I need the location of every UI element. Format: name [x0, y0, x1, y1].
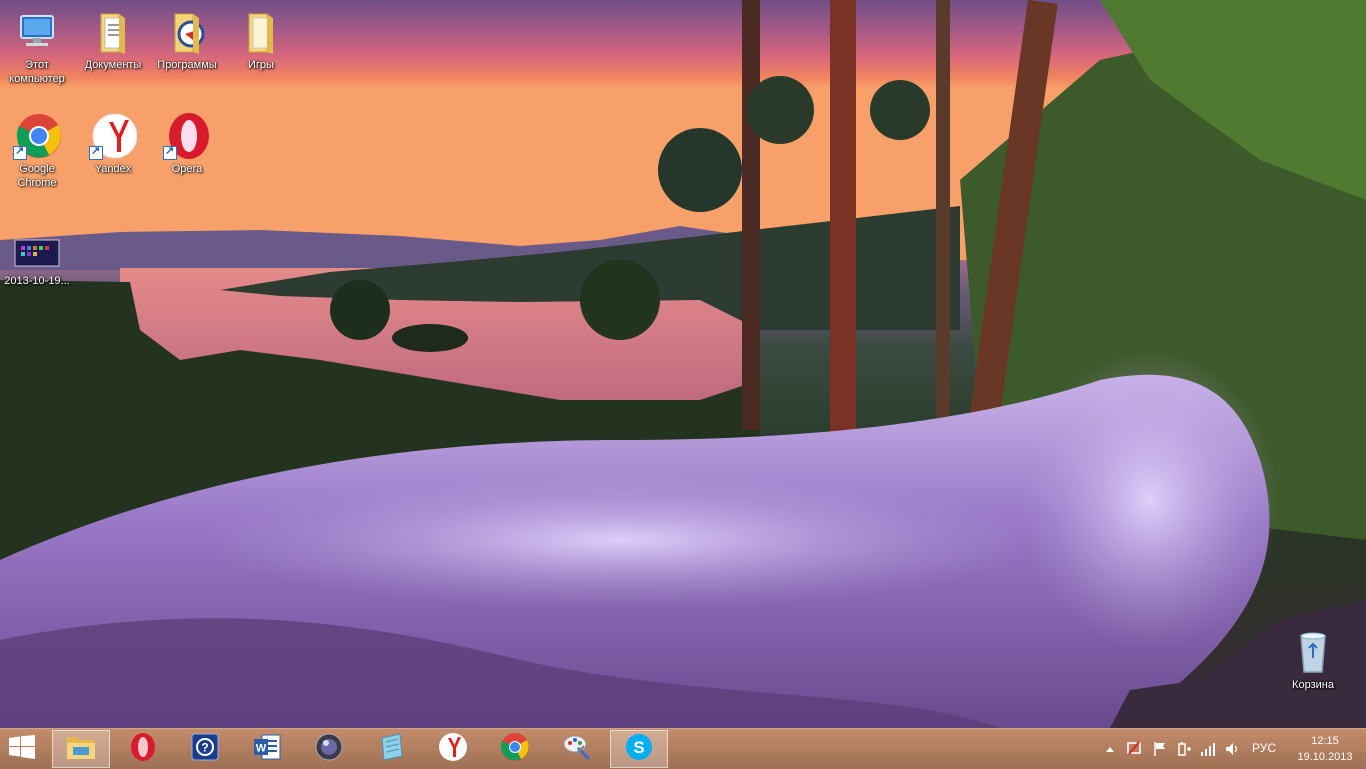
desktop-icon-recycle-bin[interactable]: Корзина [1276, 628, 1350, 692]
taskbar-button-notes[interactable] [362, 730, 420, 768]
word-icon: W [252, 732, 282, 767]
taskbar-button-media[interactable] [300, 730, 358, 768]
desktop-icon-opera[interactable]: Opera [150, 112, 224, 176]
desktop-icon-label: Документы [84, 59, 142, 71]
desktop-icon-label: Игры [248, 59, 274, 71]
paint-tool-icon [562, 732, 592, 767]
taskbar-button-chrome[interactable] [486, 730, 544, 768]
desktop-icon-programs[interactable]: Программы [150, 8, 224, 72]
yandex-browser-icon [438, 732, 468, 767]
clock[interactable]: 12:15 19.10.2013 [1290, 733, 1360, 765]
language-indicator[interactable]: РУС [1252, 741, 1276, 755]
action-center-flag-icon[interactable] [1150, 740, 1170, 758]
shortcut-arrow-icon [89, 144, 103, 160]
desktop-wallpaper [0, 0, 1366, 728]
taskbar: ? W S РУС 12:15 19.10.2013 [0, 728, 1366, 769]
recycle-bin-icon [1289, 628, 1337, 676]
svg-text:?: ? [201, 740, 208, 754]
shortcut-arrow-icon [163, 144, 177, 160]
show-hidden-icon[interactable] [1104, 740, 1116, 758]
wallpaper-scene [0, 0, 1366, 728]
opera-icon [163, 112, 211, 160]
signal-bars-icon[interactable] [1198, 740, 1218, 758]
taskbar-button-skype[interactable]: S [610, 730, 668, 768]
programs-folder-icon [163, 8, 211, 56]
notes-icon [376, 732, 406, 767]
taskbar-button-yandex[interactable] [424, 730, 482, 768]
taskbar-button-paint-tool[interactable] [548, 730, 606, 768]
svg-text:W: W [256, 742, 267, 754]
file-explorer-icon [65, 733, 97, 766]
games-folder-icon [237, 8, 285, 56]
clock-time: 12:15 [1311, 735, 1339, 747]
computer-icon [13, 8, 61, 56]
taskbar-button-file-explorer[interactable] [52, 730, 110, 768]
desktop-icon-google-chrome[interactable]: Google Chrome [0, 112, 74, 190]
chrome-icon [13, 112, 61, 160]
desktop-icon-label: Yandex [94, 163, 132, 175]
desktop-icon-label: 2013-10-19... [4, 275, 70, 287]
taskbar-button-opera[interactable] [114, 730, 172, 768]
desktop-icon-label: Корзина [1292, 679, 1334, 691]
taskbar-button-help[interactable]: ? [176, 730, 234, 768]
opera-icon [129, 732, 157, 767]
shortcut-arrow-icon [13, 144, 27, 160]
desktop-icon-screenshot-file[interactable]: 2013-10-19... [0, 232, 74, 288]
desktop-icon-documents[interactable]: Документы [76, 8, 150, 72]
taskbar-button-word[interactable]: W [238, 730, 296, 768]
desktop-icon-label: Opera [171, 163, 203, 175]
yandex-browser-icon [89, 112, 138, 160]
desktop-icon-label: Программы [157, 59, 217, 71]
help-icon: ? [191, 733, 219, 766]
network-warning-icon[interactable] [1125, 740, 1145, 758]
desktop-icon-yandex[interactable]: Yandex [76, 112, 150, 176]
clock-date: 19.10.2013 [1297, 751, 1353, 763]
media-orb-icon [314, 732, 344, 767]
desktop-icon-this-pc[interactable]: Этот компьютер [0, 8, 74, 86]
windows-logo-icon [9, 734, 35, 764]
desktop-icon-label: Google Chrome [17, 163, 57, 189]
chrome-icon [500, 732, 530, 767]
skype-icon: S [624, 732, 654, 767]
desktop-icon-games[interactable]: Игры [224, 8, 298, 72]
documents-folder-icon [89, 8, 137, 56]
start-button[interactable] [6, 734, 38, 764]
screenshot-file-icon [13, 232, 61, 272]
desktop-icon-label: Этот компьютер [9, 59, 65, 85]
volume-icon[interactable] [1222, 740, 1242, 758]
svg-text:S: S [633, 738, 644, 757]
power-icon[interactable] [1174, 740, 1194, 758]
